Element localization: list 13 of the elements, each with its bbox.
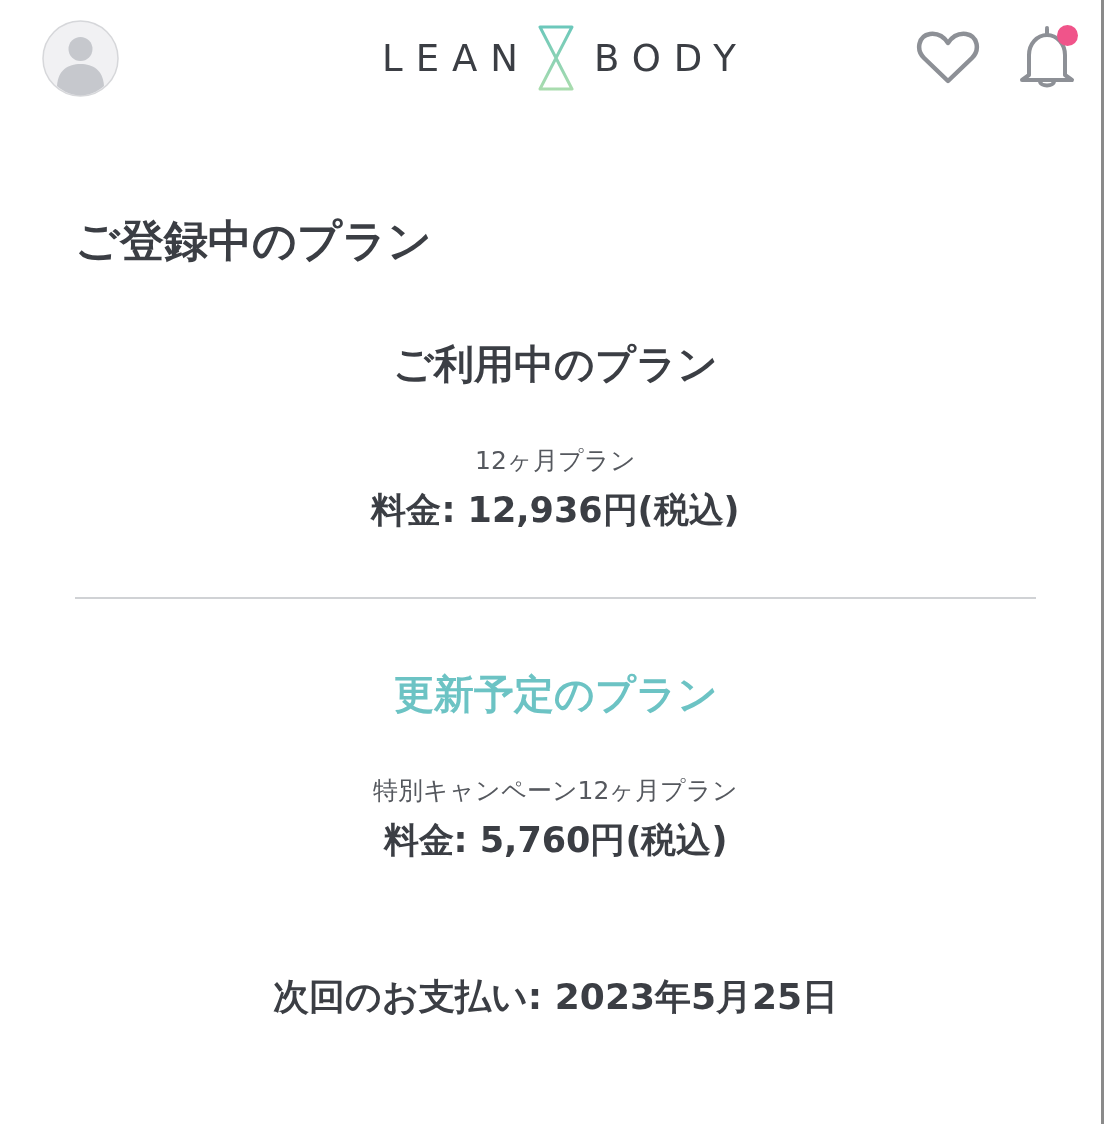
plan-heading: ご利用中のプラン (393, 340, 718, 390)
plan-price: 料金: 5,760円(税込) (383, 818, 728, 862)
logo-text: LEAN (382, 39, 531, 77)
hourglass-logo-icon (538, 25, 574, 91)
heart-icon[interactable] (916, 31, 980, 85)
page-title: ご登録中のプラン (75, 214, 433, 268)
next-payment-date: 次回のお支払い: 2023年5月25日 (271, 975, 840, 1020)
avatar-icon[interactable] (42, 19, 119, 97)
plan-name: 12ヶ月プラン (475, 445, 636, 478)
plan-price: 料金: 12,936円(税込) (371, 488, 740, 532)
logo-text: BODY (594, 39, 749, 77)
plan-heading: 更新予定のプラン (393, 670, 718, 720)
plan-name: 特別キャンペーン12ヶ月プラン (372, 775, 739, 808)
